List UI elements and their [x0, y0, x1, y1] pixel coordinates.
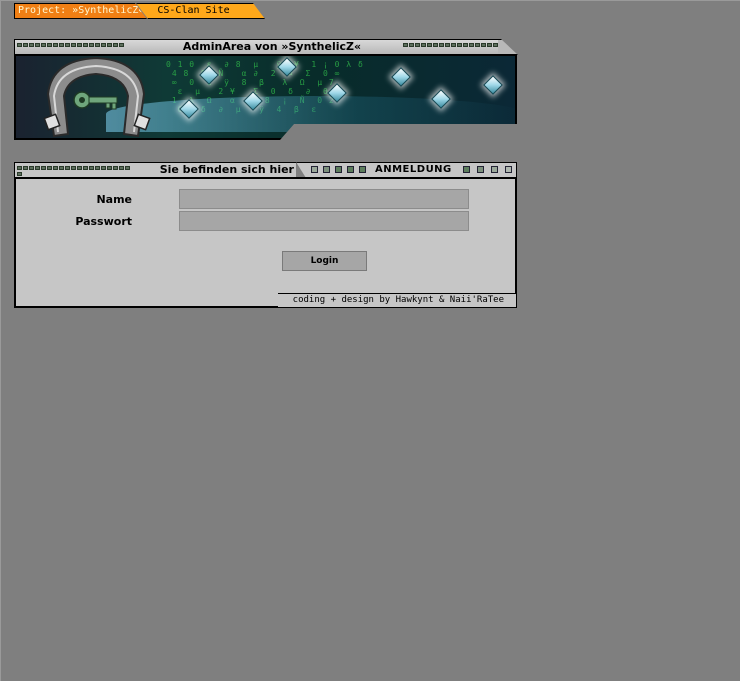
- square-decoration: [477, 166, 484, 173]
- square-decoration: [347, 166, 354, 173]
- banner-title: AdminArea von »SynthelicZ«: [182, 40, 362, 53]
- panel-header: Sie befinden sich hier ANMELDUNG: [14, 162, 517, 178]
- location-label: Sie befinden sich hier: [159, 163, 294, 176]
- tab-project[interactable]: Project: »SynthelicZ«: [14, 3, 147, 19]
- square-decoration: [463, 166, 470, 173]
- tab-clan-site[interactable]: CS-Clan Site: [136, 3, 265, 19]
- section-header: ANMELDUNG: [296, 162, 517, 178]
- login-panel: Name Passwort Login: [14, 177, 517, 308]
- square-decoration: [311, 166, 318, 173]
- horseshoe-logo-icon: [43, 56, 151, 138]
- key-icon: [73, 91, 118, 110]
- breadcrumb: Sie befinden sich hier: [14, 162, 296, 178]
- banner-image: 0 1 θ ε ∂ 8 µ ÿ ¥ 1 ¡ 0 λ δ 4 8 β Ñ α ∂ …: [14, 54, 517, 140]
- password-label: Passwort: [75, 215, 132, 228]
- square-decoration: [491, 166, 498, 173]
- banner-title-bar: AdminArea von »SynthelicZ«: [14, 39, 500, 55]
- password-input[interactable]: [179, 211, 469, 231]
- name-label: Name: [96, 193, 132, 206]
- name-input[interactable]: [179, 189, 469, 209]
- wave-glow-decoration: [106, 96, 515, 132]
- section-title: ANMELDUNG: [375, 164, 452, 175]
- banner-corner: [498, 39, 518, 55]
- login-button[interactable]: Login: [282, 251, 367, 271]
- credits-footer: coding + design by Hawkynt & Naii'RaTee: [278, 293, 517, 308]
- square-decoration: [335, 166, 342, 173]
- square-decoration: [505, 166, 512, 173]
- divider: [16, 177, 515, 179]
- square-decoration: [359, 166, 366, 173]
- square-decoration: [323, 166, 330, 173]
- decorative-dots: [17, 166, 135, 176]
